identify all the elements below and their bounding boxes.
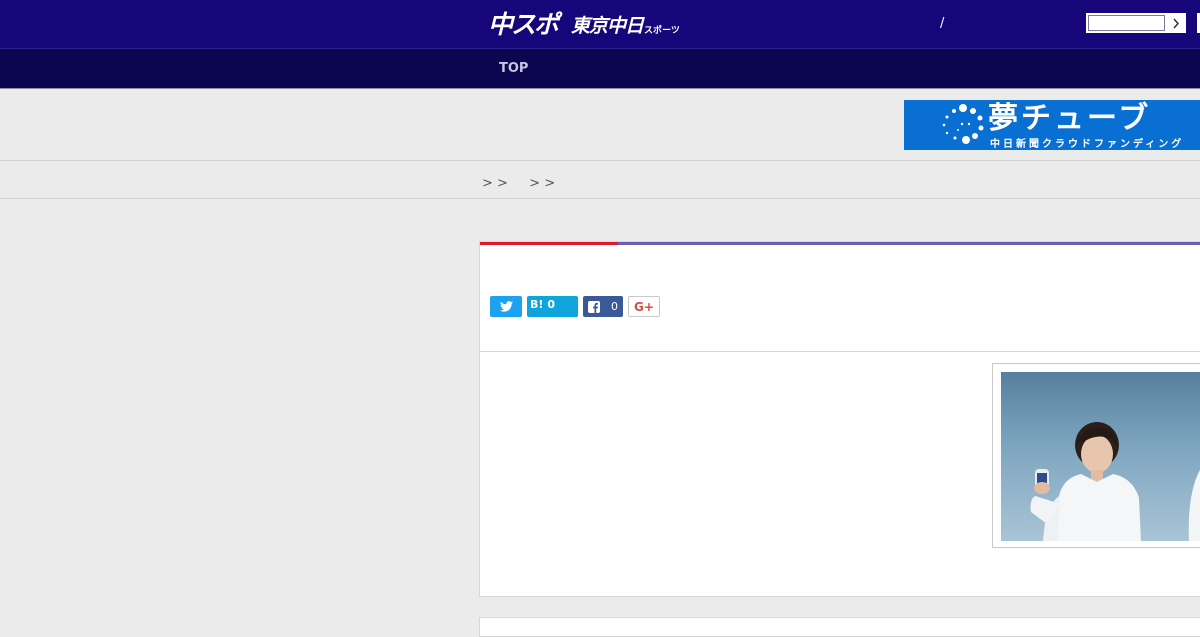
article-card: B! 0 0 G+ — [479, 241, 1200, 597]
logo-sub2-text: スポーツ — [644, 26, 680, 36]
accent-bar-purple — [618, 242, 1200, 245]
facebook-count: 0 — [611, 300, 618, 313]
site-logo[interactable]: 中スポ 東京中日 スポーツ — [488, 8, 680, 40]
facebook-share-button[interactable]: 0 — [583, 296, 623, 317]
hatena-label: B! — [530, 298, 544, 311]
nav-item-top[interactable]: TOP — [499, 61, 528, 76]
breadcrumb[interactable]: > > > > — [482, 172, 555, 191]
google-plus-share-button[interactable]: G+ — [628, 296, 660, 317]
article-photo-frame — [992, 363, 1200, 548]
site-header: 中スポ 東京中日 スポーツ / — [0, 0, 1200, 48]
dots-circle-icon — [942, 104, 984, 144]
article-photo[interactable] — [1001, 372, 1200, 541]
search-box — [1086, 13, 1186, 33]
accent-bar-red — [480, 242, 618, 245]
yumetube-banner[interactable]: 夢チューブ 中日新聞クラウドファンディング — [904, 100, 1200, 150]
google-plus-label: G+ — [634, 299, 654, 314]
facebook-icon — [588, 300, 600, 313]
next-article-card — [479, 617, 1200, 637]
hatena-count: 0 — [547, 298, 556, 311]
section-divider — [0, 198, 1200, 199]
man-holding-can-photo — [1030, 422, 1200, 541]
header-separator: / — [940, 16, 945, 31]
twitter-icon — [499, 301, 513, 312]
search-button[interactable] — [1167, 14, 1185, 32]
global-nav: TOP — [0, 48, 1200, 89]
chevron-right-icon — [1173, 18, 1180, 28]
twitter-share-button[interactable] — [490, 296, 522, 317]
logo-main-text: 中スポ — [488, 10, 559, 39]
banner-subtitle: 中日新聞クラウドファンディング — [990, 139, 1185, 150]
logo-sub-text: 東京中日 — [571, 15, 644, 37]
banner-title: 夢チューブ — [988, 101, 1152, 136]
article-divider — [480, 351, 1200, 352]
hatena-bookmark-button[interactable]: B! 0 — [527, 296, 578, 317]
search-input[interactable] — [1088, 15, 1165, 31]
section-divider — [0, 160, 1200, 161]
